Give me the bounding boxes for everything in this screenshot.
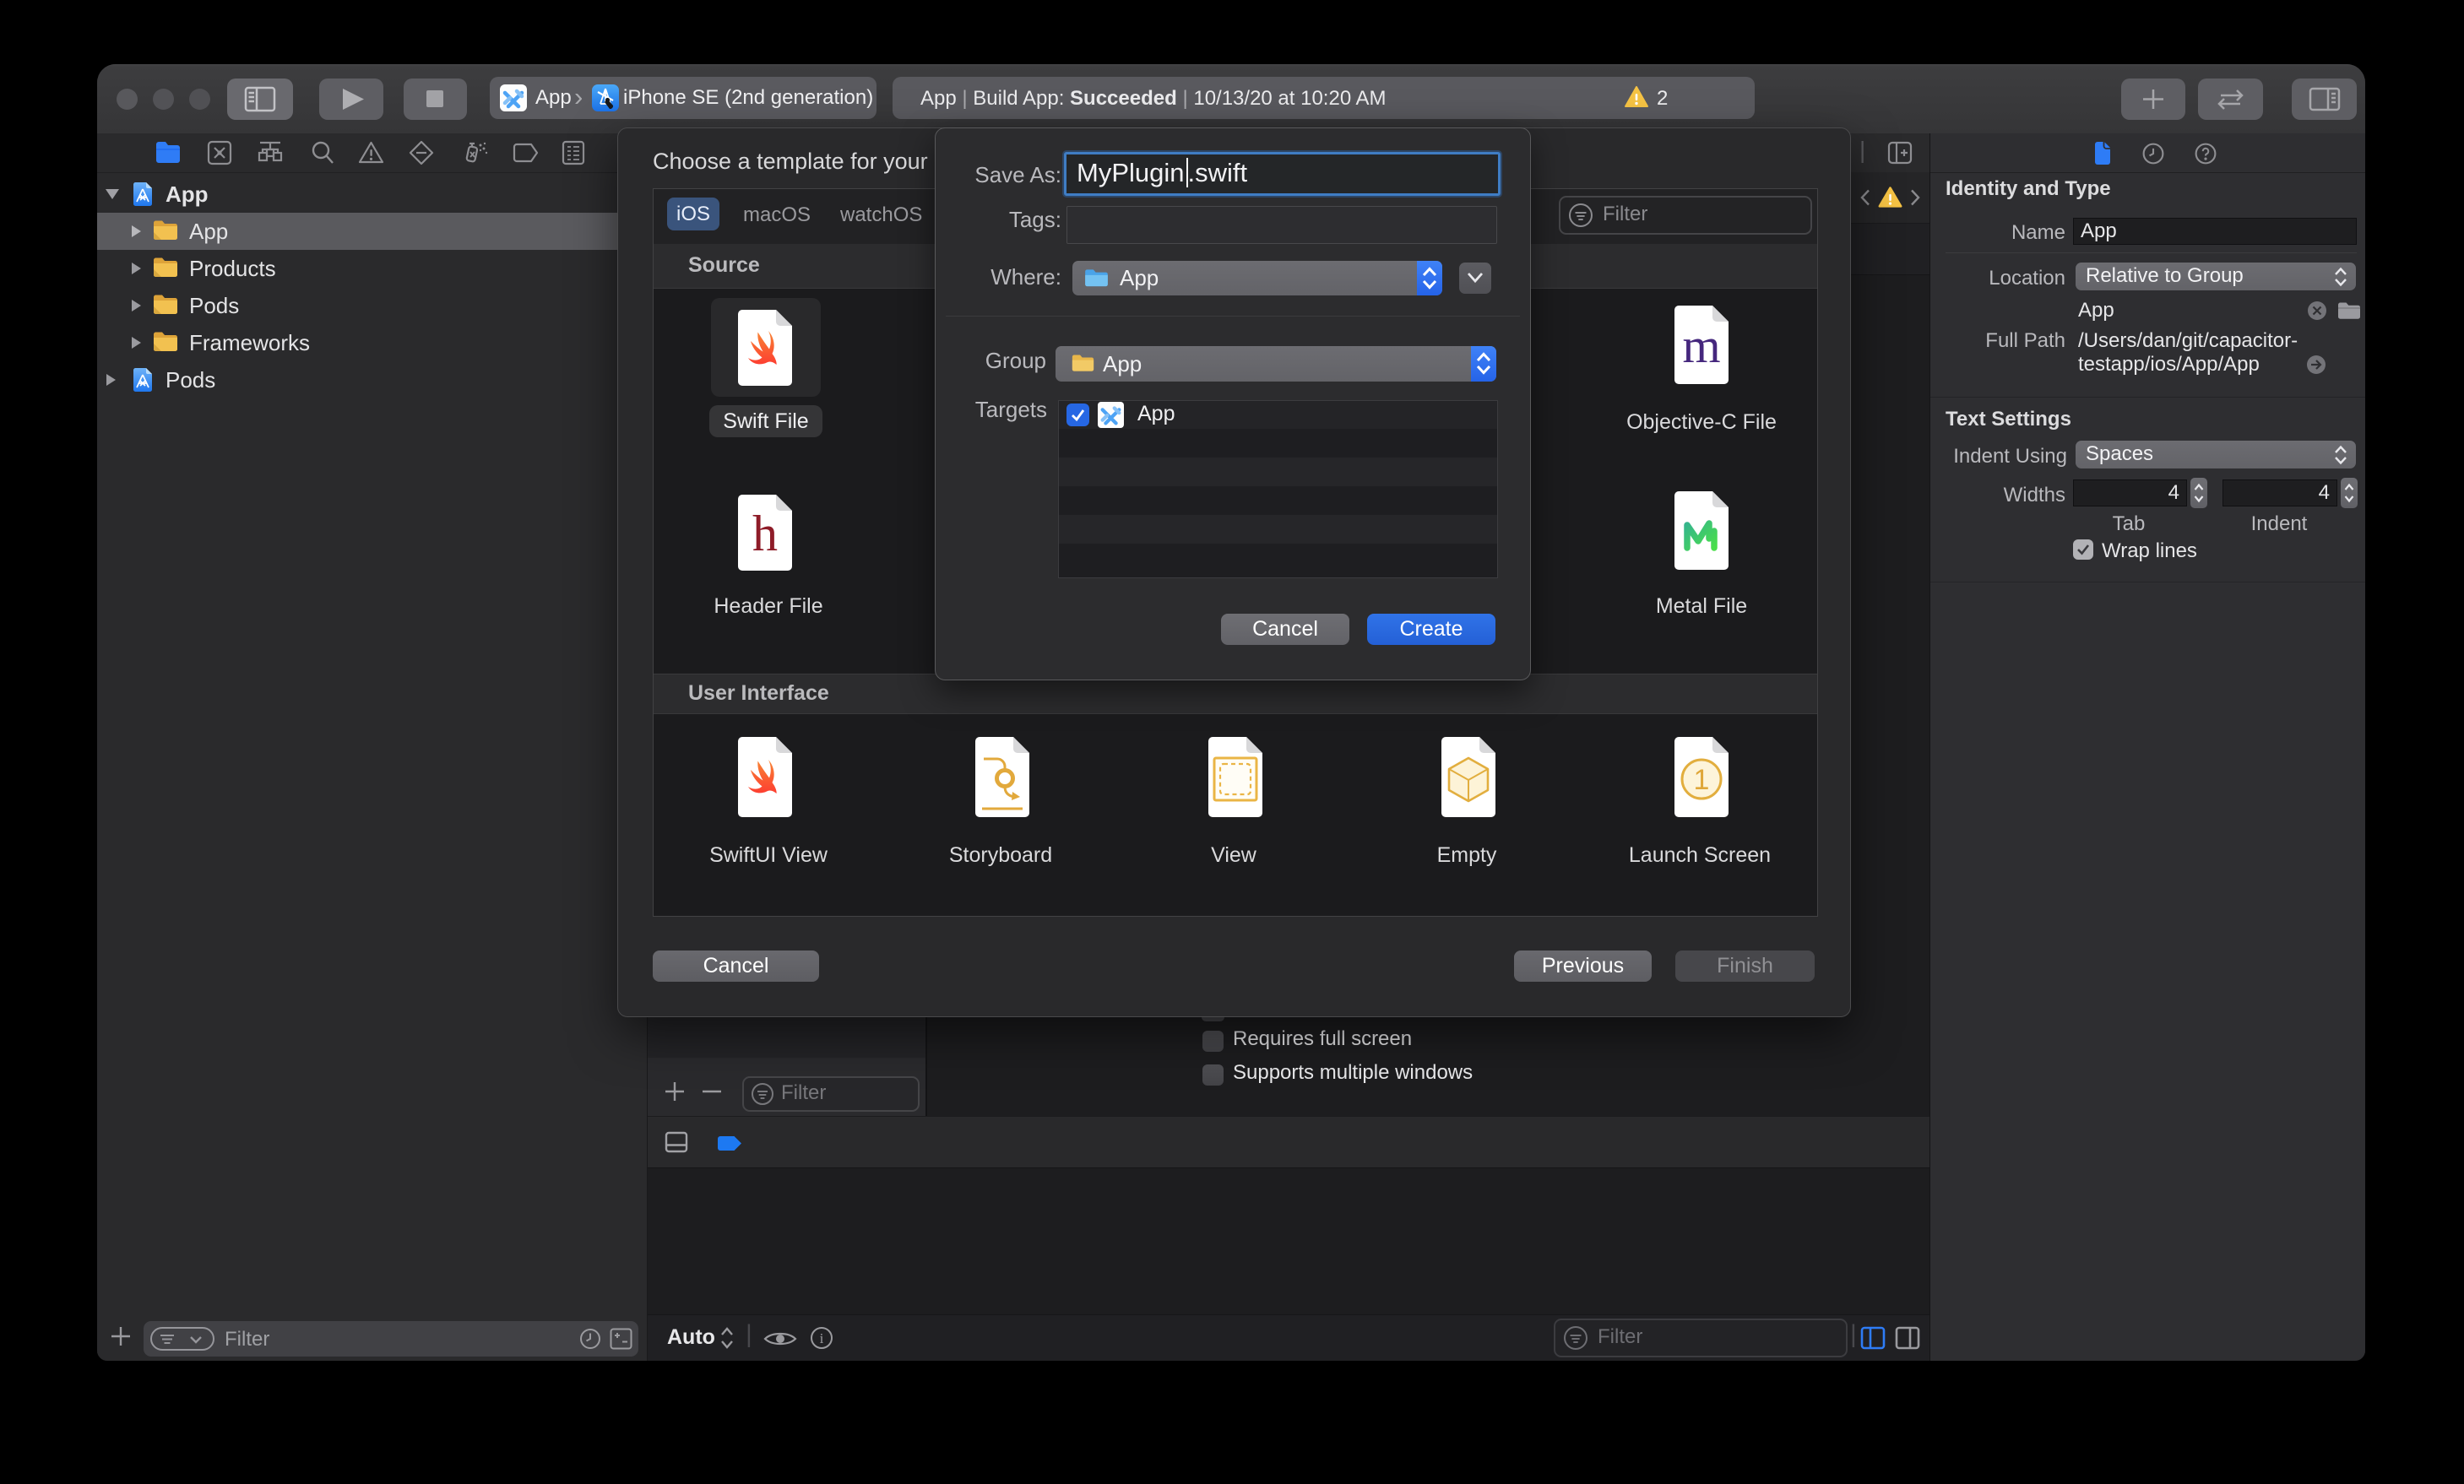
svg-text:i: i [820,1330,824,1346]
svg-text:h: h [752,506,778,561]
svg-text:m: m [1682,318,1720,373]
svg-text:1: 1 [1694,764,1710,796]
